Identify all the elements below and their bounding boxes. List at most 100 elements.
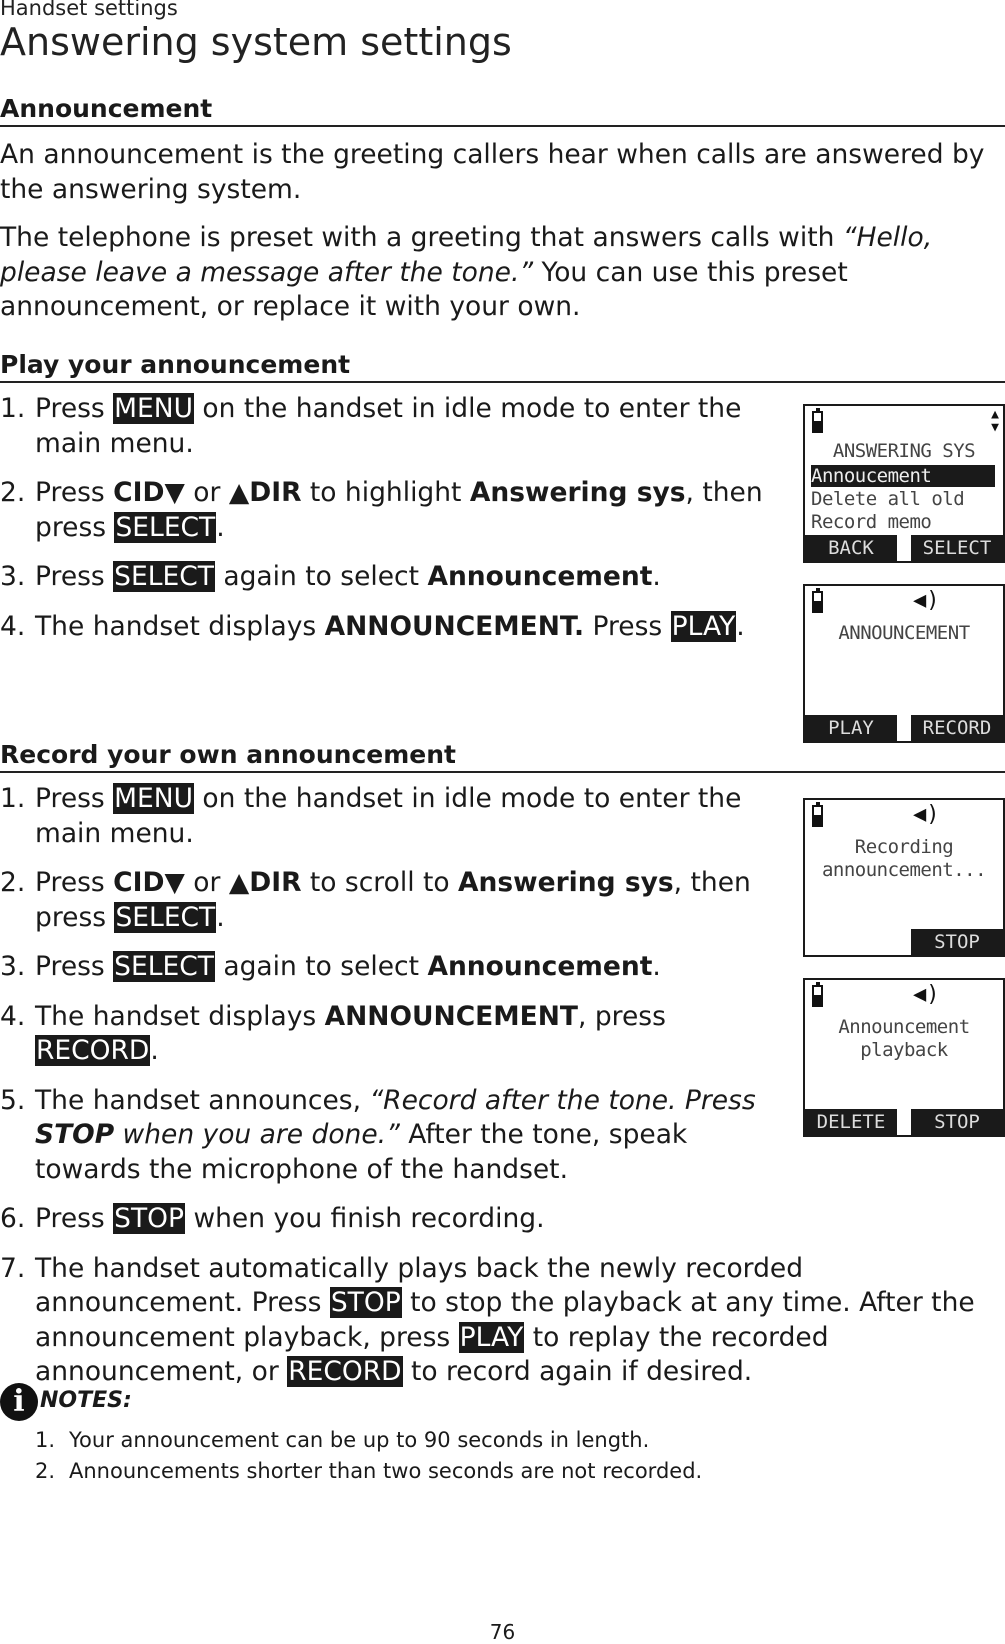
note-text: Announcements shorter than two seconds a… [69,1459,703,1483]
record-heading: Record your own announcement [0,740,1005,773]
text-run: when you finish recording. [185,1203,545,1234]
step-number: 3. [0,951,26,982]
softkey-play: PLAY [805,715,897,741]
step-item: 3. Press SELECT again to select Announcem… [0,560,775,595]
step-number: 4. [0,1000,26,1032]
paragraph: An announcement is the greeting callers … [0,138,1005,207]
text-run: Answering sys [469,477,686,508]
text-run: or [184,477,229,508]
text-run: STOP [35,1119,115,1150]
step-number: 1. [0,783,26,814]
screen-line: playback [860,1039,948,1061]
step-item: 4. The handset displays ANNOUNCEMENT, pre… [0,1000,775,1069]
step-number: 5. [0,1084,26,1116]
step-number: 1. [0,393,26,424]
text-run: . [216,901,225,933]
battery-icon [812,802,823,827]
step-number: 4. [0,610,26,642]
softkey-label: SELECT [114,511,217,543]
step-number: 7. [0,1252,26,1284]
screen-menu-item: Delete all old [811,488,965,510]
text-run: ▲DIR [228,477,302,508]
text-run: ▲DIR [228,867,302,898]
battery-icon [812,408,823,433]
text-run: Press [35,783,114,814]
handset-screen-playback: ◀) Announcement playback DELETE STOP [803,978,1005,1137]
step-number: 2. [0,867,26,898]
note-item: 2. Announcements shorter than two seconds… [35,1459,703,1483]
text-run: again to select [214,951,428,982]
text-run: Press [584,610,671,642]
text-run: . [652,951,661,982]
speaker-icon: ◀) [913,982,940,1007]
text-run: ANNOUNCEMENT. [324,610,585,642]
text-run: or [184,867,229,898]
text-run: again to select [214,561,428,592]
text-run: , press [578,1000,666,1032]
text-run: Announcement [427,951,653,982]
softkey-label: MENU [113,393,194,424]
text-run: Press [35,561,114,592]
softkey-label: STOP [113,1203,186,1234]
text-run: . [736,610,745,642]
text-run: CID▼ [113,477,185,508]
info-icon: i [0,1383,38,1421]
text-run: The handset announces, [35,1084,370,1116]
page-title: Answering system settings [0,20,512,64]
text-run: An announcement is the greeting callers … [0,139,985,205]
screen-menu-item-selected: Annoucement [811,465,995,487]
text-run: Announcement [427,561,653,592]
softkey-record: RECORD [911,715,1003,741]
paragraph: The telephone is preset with a greeting … [0,221,1005,325]
step-item: 2. Press CID▼ or ▲DIR to scroll to Answer… [0,866,775,935]
text-run: Answering sys [458,867,674,898]
notes-label: NOTES: [40,1388,132,1413]
softkey-select: SELECT [911,535,1003,561]
softkey-label: STOP [329,1287,402,1318]
battery-icon [812,982,823,1007]
text-run: Press [35,951,114,982]
handset-screen-answering-sys: ▲ ▼ ANSWERING SYS Annoucement Delete all … [803,404,1005,563]
scroll-arrows-icon: ▲ ▼ [991,407,999,435]
note-text: Your announcement can be up to 90 second… [69,1428,650,1452]
screen-title: ANNOUNCEMENT [838,622,970,644]
text-run: ANNOUNCEMENT [324,1000,578,1032]
step-item: 2. Press CID▼ or ▲DIR to highlight Answer… [0,476,775,545]
step-number: 3. [0,561,26,592]
screen-title: ANSWERING SYS [832,440,976,462]
handset-screen-recording: ◀) Recording announcement... STOP [803,798,1005,957]
page-number: 76 [489,1620,516,1644]
step-item: 1. Press MENU on the handset in idle mode… [0,392,775,461]
softkey-back: BACK [805,535,897,561]
softkey-stop: STOP [911,929,1003,955]
speaker-icon: ◀) [913,588,940,613]
text-run: Press [35,867,114,898]
text-run: . [150,1035,159,1066]
softkey-delete: DELETE [805,1109,897,1135]
text-run: to scroll to [301,867,459,898]
battery-icon [812,588,823,613]
softkey-label: MENU [113,783,194,814]
note-item: 1. Your announcement can be up to 90 seco… [35,1428,650,1452]
text-run: The handset displays [35,610,325,642]
step-item: 3. Press SELECT again to select Announcem… [0,950,775,985]
handset-screen-announcement: ◀) ANNOUNCEMENT PLAY RECORD [803,584,1005,743]
speaker-icon: ◀) [913,802,940,827]
softkey-label: SELECT [114,901,217,933]
softkey-stop: STOP [911,1109,1003,1135]
text-run: . [216,511,225,543]
text-run: Press [35,393,114,424]
softkey-label: PLAY [458,1321,525,1353]
step-item: 5. The handset announces, “Record after t… [0,1084,775,1188]
softkey-label: RECORD [287,1356,403,1387]
play-heading: Play your announcement [0,350,1005,383]
screen-menu-item: Record memo [811,511,932,533]
text-run: The telephone is preset with a greeting … [0,222,843,253]
announcement-body: An announcement is the greeting callers … [0,138,1005,339]
softkey-label: RECORD [35,1035,151,1066]
text-run: Press [35,477,114,508]
softkey-label: PLAY [670,610,737,642]
text-run: CID▼ [113,867,185,898]
text-run: to record again if desired. [402,1356,753,1387]
text-run: . [652,561,661,592]
